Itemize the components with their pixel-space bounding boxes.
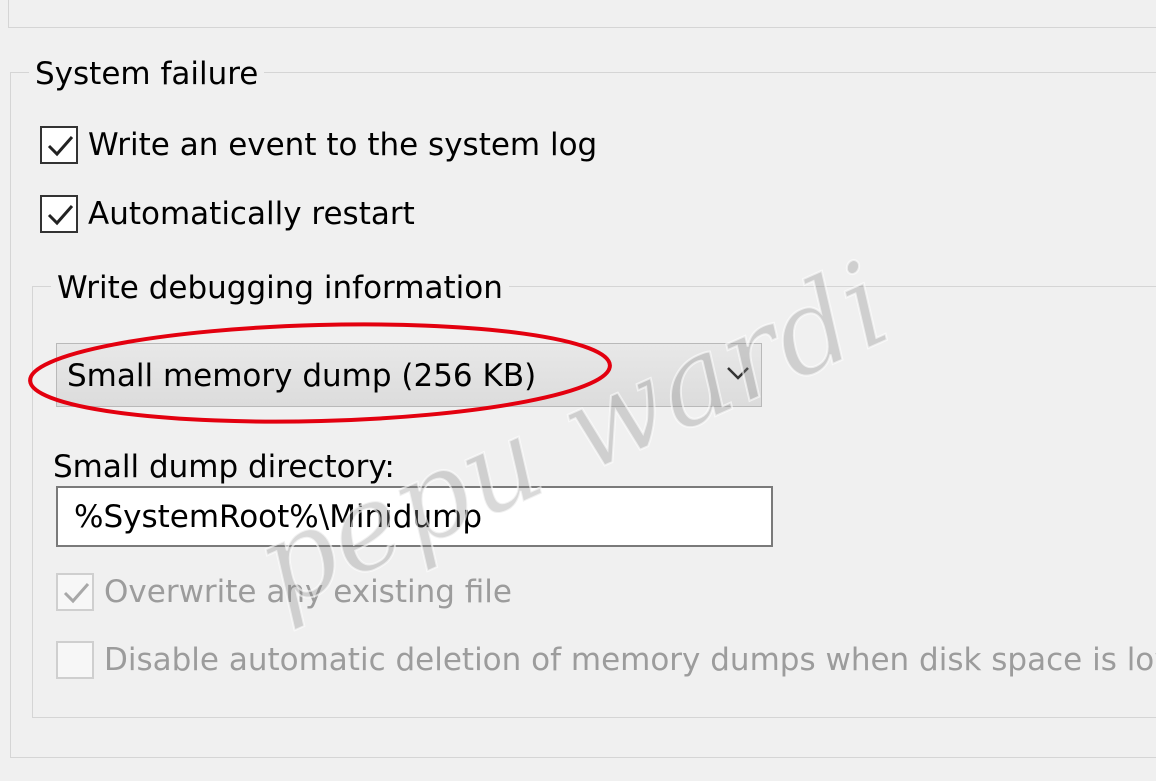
dump-directory-field[interactable] <box>56 486 773 547</box>
auto-restart-label: Automatically restart <box>88 196 415 232</box>
overwrite-checkbox[interactable] <box>56 573 94 611</box>
checkmark-icon <box>47 205 74 226</box>
write-event-checkbox[interactable] <box>40 126 78 164</box>
auto-restart-checkbox[interactable] <box>40 195 78 233</box>
overwrite-label: Overwrite any existing file <box>104 574 512 610</box>
chevron-down-icon[interactable] <box>725 364 751 382</box>
system-failure-title: System failure <box>29 56 265 92</box>
disable-auto-delete-label: Disable automatic deletion of memory dum… <box>104 642 1156 678</box>
write-event-label: Write an event to the system log <box>88 127 598 163</box>
upper-panel-border <box>8 0 1156 28</box>
dump-type-value: Small memory dump (256 KB) <box>67 358 537 394</box>
dump-directory-input[interactable] <box>58 488 771 545</box>
checkmark-icon <box>63 583 90 604</box>
debug-info-title: Write debugging information <box>51 270 509 306</box>
disable-auto-delete-checkbox[interactable] <box>56 641 94 679</box>
dump-type-dropdown[interactable]: Small memory dump (256 KB) <box>56 343 762 407</box>
dump-directory-label: Small dump directory: <box>53 449 395 485</box>
checkmark-icon <box>47 136 74 157</box>
